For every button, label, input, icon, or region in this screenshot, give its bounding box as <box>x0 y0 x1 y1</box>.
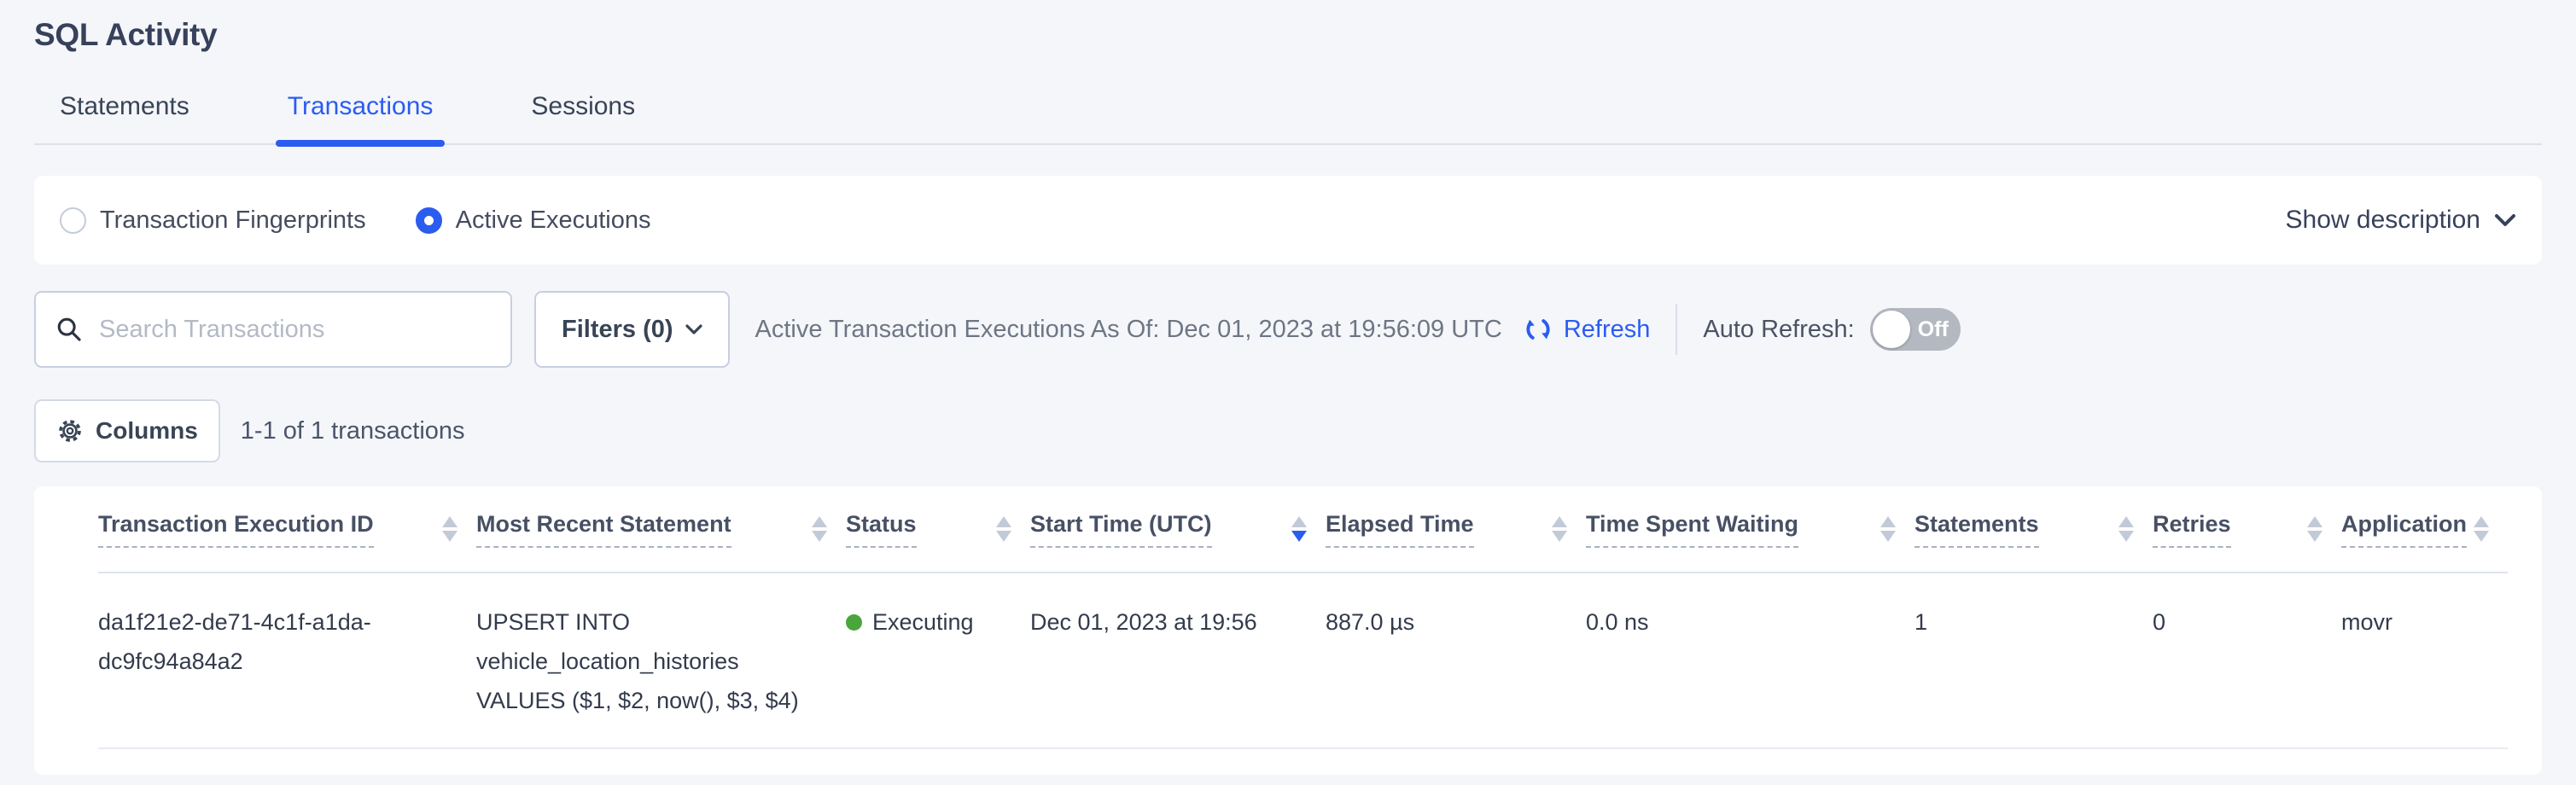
results-count: 1-1 of 1 transactions <box>241 417 465 445</box>
sql-activity-page: SQL Activity Statements Transactions Ses… <box>0 0 2576 785</box>
table-row: da1f21e2-de71-4c1f-a1da-dc9fc94a84a2 UPS… <box>34 573 2542 747</box>
cell-most-recent-statement: UPSERT INTO vehicle_location_histories V… <box>476 602 846 720</box>
auto-refresh-toggle[interactable]: Off <box>1870 308 1961 351</box>
cell-time-spent-waiting: 0.0 ns <box>1586 602 1915 642</box>
toggle-state-label: Off <box>1918 308 1949 351</box>
filters-label: Filters (0) <box>562 316 673 344</box>
refresh-button[interactable]: Refresh <box>1523 314 1651 345</box>
column-header-statements[interactable]: Statements <box>1915 511 2153 548</box>
tab-statements[interactable]: Statements <box>60 92 189 143</box>
sort-control[interactable] <box>2474 516 2489 542</box>
cell-status: Executing <box>846 602 1030 642</box>
radio-label: Transaction Fingerprints <box>100 206 366 235</box>
sort-control[interactable] <box>2118 516 2134 542</box>
show-description-toggle[interactable]: Show description <box>2286 206 2516 235</box>
cell-elapsed-time: 887.0 µs <box>1326 602 1586 642</box>
sort-control[interactable] <box>442 516 458 542</box>
column-header-elapsed-time[interactable]: Elapsed Time <box>1326 511 1586 548</box>
sort-control[interactable] <box>1552 516 1567 542</box>
radio-unselected-icon[interactable] <box>60 207 86 234</box>
columns-button[interactable]: Columns <box>34 399 220 462</box>
toolbar-divider <box>1676 304 1677 355</box>
columns-label: Columns <box>96 417 198 445</box>
column-header-retries[interactable]: Retries <box>2153 511 2341 548</box>
cell-start-time: Dec 01, 2023 at 19:56 <box>1030 602 1326 642</box>
radio-active-executions[interactable]: Active Executions <box>416 206 651 235</box>
column-header-time-spent-waiting[interactable]: Time Spent Waiting <box>1586 511 1915 548</box>
column-header-start-time[interactable]: Start Time (UTC) <box>1030 511 1326 548</box>
sort-control-active-desc[interactable] <box>1291 516 1307 542</box>
search-input[interactable] <box>99 316 492 344</box>
sort-control[interactable] <box>812 516 827 542</box>
column-header-status[interactable]: Status <box>846 511 1030 548</box>
tab-sessions[interactable]: Sessions <box>531 92 635 143</box>
show-description-label: Show description <box>2286 206 2480 235</box>
refresh-icon <box>1523 314 1553 345</box>
column-header-transaction-execution-id[interactable]: Transaction Execution ID <box>98 511 476 548</box>
radio-label: Active Executions <box>456 206 651 235</box>
cell-statements: 1 <box>1915 602 2153 642</box>
radio-selected-icon[interactable] <box>416 207 442 234</box>
toolbar: Filters (0) Active Transaction Execution… <box>34 290 2542 369</box>
toggle-knob[interactable] <box>1873 311 1910 348</box>
page-title: SQL Activity <box>34 0 2542 53</box>
as-of-timestamp: Active Transaction Executions As Of: Dec… <box>755 316 1502 344</box>
column-header-application[interactable]: Application <box>2341 511 2508 548</box>
cell-retries: 0 <box>2153 602 2341 642</box>
sort-control[interactable] <box>996 516 1011 542</box>
gear-icon <box>56 417 84 445</box>
search-icon <box>55 315 84 344</box>
cell-transaction-execution-id[interactable]: da1f21e2-de71-4c1f-a1da-dc9fc94a84a2 <box>98 602 476 681</box>
table-controls: Columns 1-1 of 1 transactions <box>34 399 2542 462</box>
filters-button[interactable]: Filters (0) <box>534 291 730 368</box>
auto-refresh-label: Auto Refresh: <box>1703 316 1854 344</box>
column-header-most-recent-statement[interactable]: Most Recent Statement <box>476 511 846 548</box>
table-header-row: Transaction Execution ID Most Recent Sta… <box>34 486 2542 572</box>
search-box[interactable] <box>34 291 512 368</box>
tab-bar: Statements Transactions Sessions <box>34 92 2542 145</box>
tab-transactions[interactable]: Transactions <box>288 92 434 143</box>
radio-transaction-fingerprints[interactable]: Transaction Fingerprints <box>60 206 366 235</box>
status-label: Executing <box>872 602 974 642</box>
status-executing-dot-icon <box>846 614 862 631</box>
transactions-table: Transaction Execution ID Most Recent Sta… <box>34 486 2542 775</box>
sort-control[interactable] <box>1880 516 1896 542</box>
chevron-down-icon <box>685 324 702 335</box>
view-options-card: Transaction Fingerprints Active Executio… <box>34 176 2542 265</box>
sort-control[interactable] <box>2307 516 2322 542</box>
refresh-label: Refresh <box>1564 316 1651 344</box>
chevron-down-icon <box>2494 213 2516 227</box>
cell-application: movr <box>2341 602 2508 642</box>
auto-refresh-control: Auto Refresh: Off <box>1703 308 1960 351</box>
row-divider <box>98 747 2508 749</box>
